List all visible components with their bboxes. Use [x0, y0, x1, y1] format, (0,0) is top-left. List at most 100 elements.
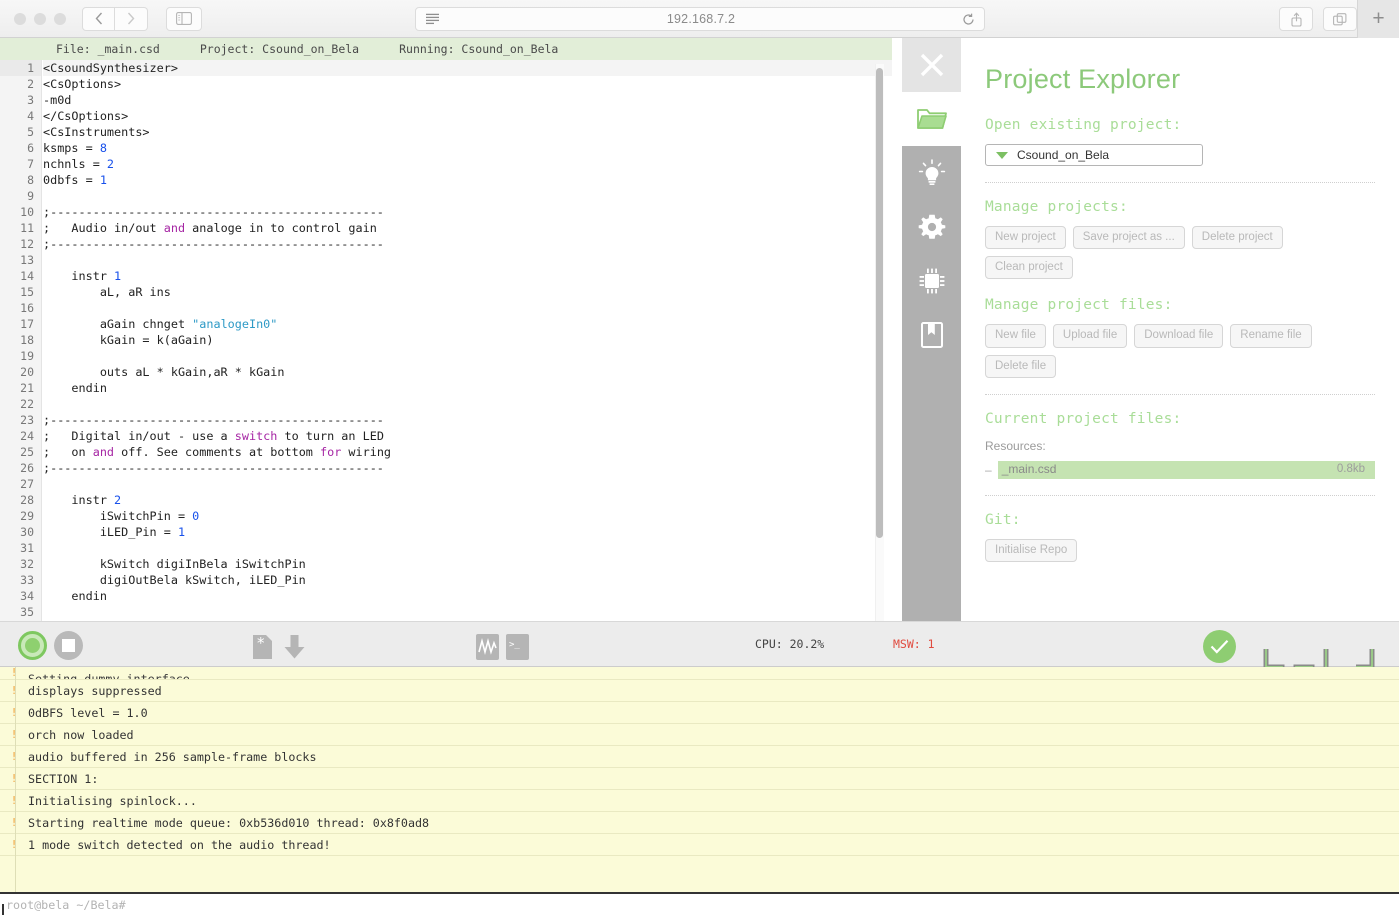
- git-button-initialise-repo[interactable]: Initialise Repo: [985, 538, 1078, 563]
- code-line[interactable]: endin: [43, 380, 892, 396]
- code-line[interactable]: outs aL * kGain,aR * kGain: [43, 364, 892, 380]
- project-select[interactable]: Csound_on_Bela: [985, 144, 1203, 166]
- code-line[interactable]: nchnls = 2: [43, 156, 892, 172]
- code-line[interactable]: ;---------------------------------------…: [43, 236, 892, 252]
- maximize-window-button[interactable]: [54, 12, 66, 25]
- code-line[interactable]: ksmps = 8: [43, 140, 892, 156]
- code-line[interactable]: instr 1: [43, 268, 892, 284]
- back-button[interactable]: [82, 6, 115, 31]
- minimize-window-button[interactable]: [34, 12, 46, 25]
- sidebar-item-examples[interactable]: [902, 146, 961, 200]
- download-button[interactable]: [282, 634, 308, 665]
- project-button-new-project[interactable]: New project: [985, 226, 1066, 250]
- code-line[interactable]: kGain = k(aGain): [43, 332, 892, 348]
- code-lines[interactable]: <CsoundSynthesizer> <CsOptions> -m0d </CsOp…: [43, 60, 892, 643]
- code-line[interactable]: kSwitch digiInBela iSwitchPin: [43, 556, 892, 572]
- git-buttons[interactable]: Initialise Repo: [985, 538, 1375, 563]
- file-button-new-file[interactable]: New file: [985, 324, 1046, 348]
- terminal-prompt[interactable]: root@bela ~/Bela#: [0, 892, 1399, 915]
- file-button-rename-file[interactable]: Rename file: [1230, 324, 1312, 348]
- navigation-buttons[interactable]: [82, 6, 148, 31]
- code-line[interactable]: ; Audio in/out and analoge in to control…: [43, 220, 892, 236]
- console-line: ! 1 mode switch detected on the audio thr…: [0, 834, 1399, 856]
- code-line[interactable]: [43, 540, 892, 556]
- code-line[interactable]: <CsInstruments>: [43, 124, 892, 140]
- code-line[interactable]: [43, 396, 892, 412]
- code-line[interactable]: iSwitchPin = 0: [43, 508, 892, 524]
- manage-projects-buttons[interactable]: New project Save project as ... Delete pro…: [985, 226, 1375, 280]
- sidebar-item-documentation[interactable]: [902, 308, 961, 362]
- new-tab-button[interactable]: +: [1357, 0, 1399, 38]
- console-line: ! displays suppressed: [0, 680, 1399, 702]
- code-line[interactable]: [43, 300, 892, 316]
- project-file-row[interactable]: – _main.csd 0.8kb: [985, 460, 1375, 479]
- code-line[interactable]: ; on and off. See comments at bottom for…: [43, 444, 892, 460]
- run-button[interactable]: [18, 631, 47, 660]
- code-line[interactable]: [43, 476, 892, 492]
- panel-icon-rail[interactable]: [902, 38, 961, 621]
- code-line[interactable]: endin: [43, 588, 892, 604]
- address-bar[interactable]: 192.168.7.2: [415, 7, 985, 31]
- show-sidebar-button[interactable]: [166, 6, 202, 31]
- file-button-download-file[interactable]: Download file: [1134, 324, 1224, 348]
- browser-right-buttons[interactable]: [1279, 7, 1357, 31]
- console-line: ! Setting dummy interface: [0, 667, 1399, 680]
- line-number: 31: [20, 541, 34, 555]
- project-button-clean-project[interactable]: Clean project: [985, 256, 1073, 280]
- code-editor[interactable]: 1 2 3 4 5 6 7 8 9 10 11 12 13 14 15 16 17 18 19 20 21 22 23 24 2…: [0, 60, 892, 643]
- file-button-delete-file[interactable]: Delete file: [985, 354, 1057, 378]
- line-number: 22: [20, 397, 34, 411]
- stop-button[interactable]: [54, 631, 83, 660]
- file-pill[interactable]: _main.csd 0.8kb: [997, 460, 1375, 479]
- code-line[interactable]: [43, 188, 892, 204]
- close-icon: [920, 53, 943, 77]
- code-line[interactable]: [43, 252, 892, 268]
- save-file-button[interactable]: *: [250, 634, 276, 665]
- console-output[interactable]: ! Setting dummy interface! displays suppre…: [0, 667, 1399, 892]
- code-line[interactable]: ; Digital in/out - use a switch to turn …: [43, 428, 892, 444]
- code-line[interactable]: ;---------------------------------------…: [43, 460, 892, 476]
- line-number: 35: [20, 605, 34, 619]
- scope-button[interactable]: [476, 634, 499, 665]
- console-button[interactable]: >_: [506, 634, 529, 665]
- code-line[interactable]: ;---------------------------------------…: [43, 204, 892, 220]
- terminal-prompt-text: root@bela ~/Bela#: [6, 897, 126, 912]
- sidebar-item-board-status[interactable]: [902, 254, 961, 308]
- sidebar-item-project-explorer[interactable]: [902, 92, 961, 146]
- manage-files-buttons[interactable]: New file Upload file Download file Rename f…: [985, 324, 1375, 378]
- console-line: ! 0dBFS level = 1.0: [0, 702, 1399, 724]
- window-traffic-lights[interactable]: [0, 12, 66, 25]
- forward-button[interactable]: [115, 6, 148, 31]
- code-line[interactable]: -m0d: [43, 92, 892, 108]
- file-name: _main.csd: [1001, 462, 1057, 477]
- code-line[interactable]: iLED_Pin = 1: [43, 524, 892, 540]
- console-line-text: orch now loaded: [28, 727, 134, 742]
- code-line[interactable]: aGain chnget "analogeIn0": [43, 316, 892, 332]
- editor-scrollbar-thumb[interactable]: [876, 68, 883, 538]
- project-button-delete-project[interactable]: Delete project: [1191, 226, 1283, 250]
- reader-view-icon[interactable]: [425, 13, 440, 25]
- sidebar-item-settings[interactable]: [902, 200, 961, 254]
- line-number: 4: [27, 109, 34, 123]
- show-tabs-button[interactable]: [1323, 7, 1357, 31]
- code-line[interactable]: aL, aR ins: [43, 284, 892, 300]
- code-line[interactable]: [43, 604, 892, 620]
- code-line[interactable]: digiOutBela kSwitch, iLED_Pin: [43, 572, 892, 588]
- share-button[interactable]: [1279, 7, 1313, 31]
- close-window-button[interactable]: [14, 12, 26, 25]
- code-line[interactable]: ;---------------------------------------…: [43, 412, 892, 428]
- code-line[interactable]: <CsoundSynthesizer>: [43, 60, 892, 76]
- code-line[interactable]: 0dbfs = 1: [43, 172, 892, 188]
- url-text[interactable]: 192.168.7.2: [440, 12, 962, 26]
- project-file-list[interactable]: – _main.csd 0.8kb: [985, 460, 1375, 479]
- code-line[interactable]: </CsOptions>: [43, 108, 892, 124]
- code-line[interactable]: instr 2: [43, 492, 892, 508]
- file-button-upload-file[interactable]: Upload file: [1052, 324, 1128, 348]
- close-panel-button[interactable]: [902, 38, 961, 92]
- code-line[interactable]: <CsOptions>: [43, 76, 892, 92]
- file-bullet: –: [985, 462, 992, 477]
- open-existing-project-label: Open existing project:: [985, 117, 1182, 133]
- code-line[interactable]: [43, 348, 892, 364]
- reload-icon[interactable]: [962, 13, 975, 26]
- project-button-save-project-as[interactable]: Save project as ...: [1072, 226, 1185, 250]
